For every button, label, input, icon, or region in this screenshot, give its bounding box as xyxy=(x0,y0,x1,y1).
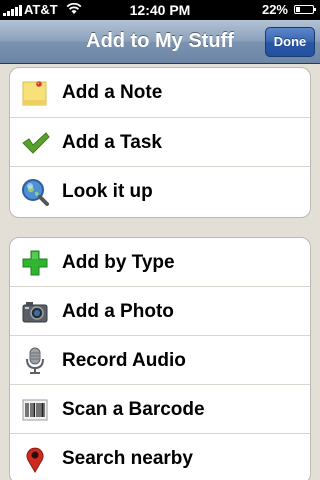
plus-icon xyxy=(20,248,50,278)
note-icon xyxy=(20,78,50,108)
add-by-type-row[interactable]: Add by Type xyxy=(10,238,310,287)
add-photo-label: Add a Photo xyxy=(62,301,174,322)
search-nearby-label: Search nearby xyxy=(62,448,193,469)
status-bar: AT&T 12:40 PM 22% xyxy=(0,0,320,20)
done-button[interactable]: Done xyxy=(265,27,315,57)
add-note-label: Add a Note xyxy=(62,82,163,103)
map-pin-icon xyxy=(20,444,50,474)
microphone-icon xyxy=(20,346,50,376)
record-audio-label: Record Audio xyxy=(62,350,186,371)
add-photo-row[interactable]: Add a Photo xyxy=(10,287,310,336)
checkmark-icon xyxy=(20,128,50,158)
add-note-row[interactable]: Add a Note xyxy=(10,68,310,118)
scan-barcode-row[interactable]: Scan a Barcode xyxy=(10,385,310,434)
look-it-up-row[interactable]: Look it up xyxy=(10,167,310,217)
navigation-bar: Add to My Stuff Done xyxy=(0,20,320,64)
add-task-label: Add a Task xyxy=(62,131,162,153)
menu-content: Add a Note Add a Task Look it up Add by … xyxy=(0,64,320,480)
camera-icon xyxy=(20,297,50,327)
menu-group-secondary: Add by Type Add a Photo Record Audio Sca… xyxy=(9,237,311,480)
scan-barcode-label: Scan a Barcode xyxy=(62,399,205,420)
add-task-row[interactable]: Add a Task xyxy=(10,118,310,167)
menu-group-primary: Add a Note Add a Task Look it up xyxy=(9,67,311,218)
search-nearby-row[interactable]: Search nearby xyxy=(10,434,310,480)
record-audio-row[interactable]: Record Audio xyxy=(10,336,310,385)
barcode-icon xyxy=(20,395,50,425)
battery-icon xyxy=(294,5,316,14)
add-by-type-label: Add by Type xyxy=(62,252,175,273)
battery-percent: 22% xyxy=(261,2,288,17)
look-it-up-label: Look it up xyxy=(62,181,153,202)
magnifier-globe-icon xyxy=(20,177,50,207)
